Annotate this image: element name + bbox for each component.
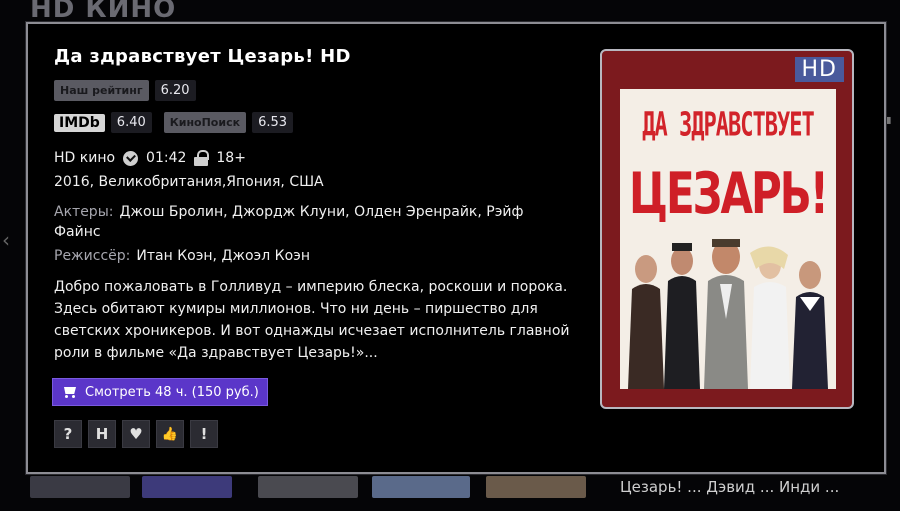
- movie-meta-row: HD кино 01:42 18+: [54, 150, 246, 166]
- our-rating-label: Наш рейтинг: [54, 80, 149, 101]
- kinopoisk-label: КиноПоиск: [163, 112, 247, 133]
- imdb-logo: IMDb: [54, 113, 105, 132]
- background-thumbnail[interactable]: [30, 476, 130, 498]
- film-icon: H: [95, 425, 109, 443]
- movie-poster: HD ДА ЗДРАВСТВУЕТ ЦЕЗАРЬ!: [600, 49, 854, 409]
- movie-description: Добро пожаловать в Голливуд – империю бл…: [54, 279, 570, 361]
- our-rating-value: 6.20: [154, 80, 196, 101]
- year-country: 2016, Великобритания,Япония, США: [54, 174, 324, 190]
- trailer-button[interactable]: H: [88, 420, 116, 448]
- favorite-button[interactable]: ♥: [122, 420, 150, 448]
- scroll-left-icon[interactable]: ‹: [2, 228, 10, 252]
- poster-cast-illustration: [620, 239, 836, 389]
- movie-title: Да здравствует Цезарь! HD: [54, 46, 351, 67]
- section-label: HD кино: [54, 150, 116, 166]
- background-thumbnail[interactable]: [486, 476, 586, 498]
- poster-artwork: ДА ЗДРАВСТВУЕТ ЦЕЗАРЬ!: [620, 89, 836, 389]
- background-page-title: HD КИНО: [30, 0, 177, 24]
- warning-icon: !: [200, 425, 208, 443]
- question-icon: ?: [63, 425, 73, 443]
- help-button[interactable]: ?: [54, 420, 82, 448]
- actors-line: Актеры: Джош Бролин, Джордж Клуни, Олден …: [54, 202, 524, 242]
- clock-icon: [123, 150, 139, 166]
- heart-check-icon: ♥: [129, 425, 143, 443]
- watch-rent-button[interactable]: Смотреть 48 ч. (150 руб.): [52, 378, 268, 406]
- report-button[interactable]: !: [190, 420, 218, 448]
- kinopoisk-rating-value: 6.53: [252, 112, 294, 133]
- background-thumbnail[interactable]: [258, 476, 358, 498]
- movie-detail-dialog: Да здравствует Цезарь! HD Наш рейтинг 6.…: [26, 22, 886, 474]
- director-label: Режиссёр:: [54, 248, 131, 264]
- poster-title-line1: ДА ЗДРАВСТВУЕТ: [642, 106, 814, 145]
- thumbs-up-icon: 👍: [161, 426, 179, 442]
- actors-label: Актеры:: [54, 204, 114, 220]
- external-ratings-row: IMDb 6.40 КиноПоиск 6.53: [54, 112, 299, 133]
- our-rating-row: Наш рейтинг 6.20: [54, 80, 202, 101]
- background-caption: Цезарь! ... Дэвид ... Инди ...: [620, 478, 840, 496]
- director-name: Итан Коэн, Джоэл Коэн: [136, 248, 310, 264]
- background-thumbnail[interactable]: [142, 476, 232, 498]
- hd-badge: HD: [794, 57, 844, 82]
- like-button[interactable]: 👍: [156, 420, 184, 448]
- action-bar: ? H ♥ 👍 !: [54, 420, 218, 448]
- cart-icon: [61, 386, 77, 398]
- poster-title-line2: ЦЕЗАРЬ!: [629, 160, 829, 227]
- watch-button-label: Смотреть 48 ч. (150 руб.): [85, 384, 259, 400]
- duration: 01:42: [146, 150, 187, 166]
- director-line: Режиссёр: Итан Коэн, Джоэл Коэн: [54, 246, 524, 266]
- imdb-rating-value: 6.40: [110, 112, 152, 133]
- lock-icon: [194, 150, 210, 166]
- background-thumbnail[interactable]: [372, 476, 470, 498]
- actors-list: Джош Бролин, Джордж Клуни, Олден Эренрай…: [54, 204, 524, 240]
- age-rating: 18+: [216, 150, 246, 166]
